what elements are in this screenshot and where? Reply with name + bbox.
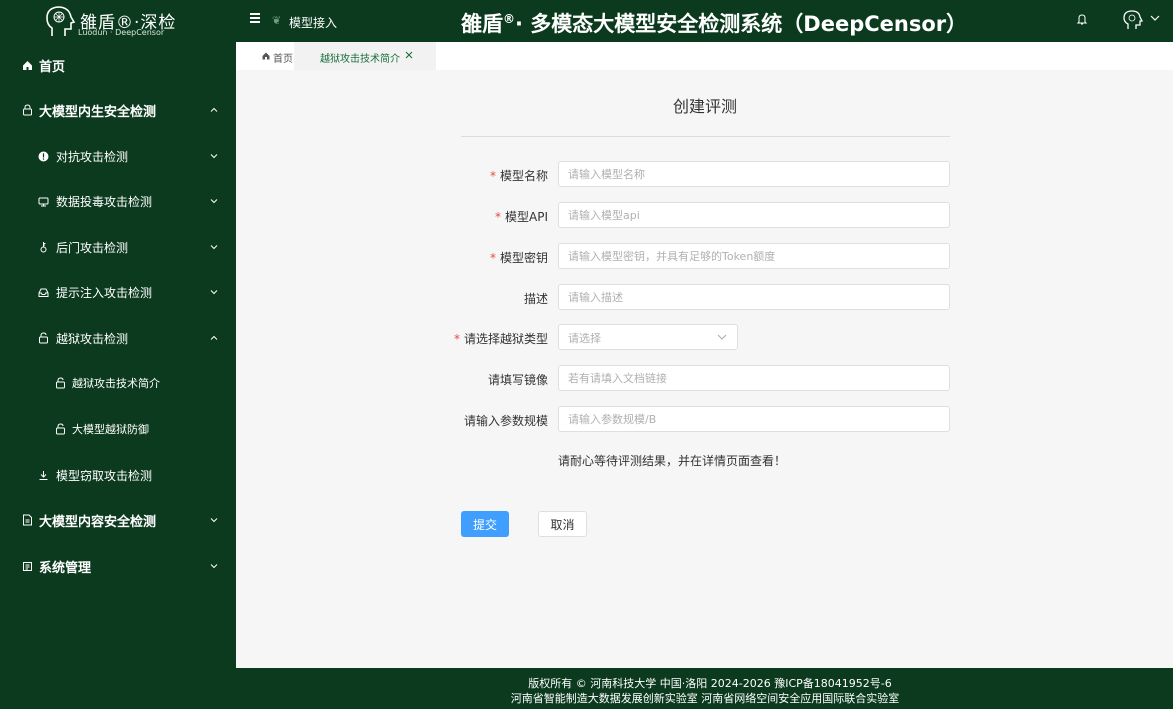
avatar[interactable] — [1122, 9, 1144, 31]
jailbreak-type-label: * 请选择越狱类型 — [454, 330, 548, 347]
page-title-rest: · 多模态大模型安全检测系统（DeepCensor） — [515, 12, 968, 36]
unlock-icon — [37, 332, 49, 344]
required-mark: * — [453, 332, 460, 346]
main-content: 创建评测 *模型名称 *模型API *模型密钥 描述 *请选择越狱类型 请选择 … — [236, 70, 1173, 668]
model-api-input[interactable] — [558, 202, 950, 228]
sidebar-item-adversarial[interactable]: 对抗攻击检测 — [0, 136, 236, 176]
label-text: 模型名称 — [499, 169, 548, 183]
cancel-button[interactable]: 取消 — [538, 511, 587, 537]
description-label: 描述 — [523, 292, 548, 306]
home-icon — [21, 59, 33, 71]
chevron-down-icon — [210, 245, 218, 250]
required-mark: * — [489, 251, 496, 265]
sidebar-item-label: 大模型内容安全检测 — [39, 514, 157, 530]
breadcrumb-icon: ❦ — [272, 14, 282, 27]
model-name-input[interactable] — [558, 161, 950, 187]
download-icon — [37, 469, 49, 481]
footer-labs: 河南省智能制造大数据发展创新实验室 河南省网络空间安全应用国际联合实验室 — [510, 692, 900, 705]
sidebar-item-label: 大模型越狱防御 — [72, 423, 149, 436]
sidebar-item-poisoning[interactable]: 数据投毒攻击检测 — [0, 181, 236, 221]
chevron-down-icon — [210, 518, 218, 523]
sidebar-item-jailbreak-intro[interactable]: 越狱攻击技术简介 — [0, 363, 236, 403]
divider — [461, 136, 950, 137]
document-icon — [21, 514, 33, 526]
sidebar-item-inner-security[interactable]: 大模型内生安全检测 — [0, 90, 236, 130]
top-header: 雒盾®·深检 Luodun · DeepCensor ❦ 模型接入 雒盾®· 多… — [0, 0, 1173, 42]
tab-home[interactable]: 首页 — [236, 42, 294, 70]
registered-mark: ® — [503, 12, 515, 26]
form-title: 创建评测 — [673, 97, 738, 116]
model-api-label: * 模型API — [495, 208, 548, 225]
key-icon — [37, 241, 49, 253]
sidebar-item-content-security[interactable]: 大模型内容安全检测 — [0, 500, 236, 540]
lock-icon — [21, 104, 33, 116]
logo-subtitle: Luodun · DeepCensor — [78, 28, 165, 37]
sidebar-item-label: 对抗攻击检测 — [56, 149, 129, 164]
chevron-down-icon — [717, 334, 727, 340]
chevron-up-icon — [210, 335, 218, 340]
sidebar-item-label: 数据投毒攻击检测 — [56, 194, 153, 209]
tab-home-label: 首页 — [273, 54, 293, 65]
model-key-input[interactable] — [558, 243, 950, 269]
unlock-icon — [54, 377, 66, 389]
sidebar-item-label: 首页 — [39, 59, 66, 75]
page-title-brand: 雒盾 — [461, 12, 503, 36]
sidebar-item-label: 越狱攻击检测 — [56, 331, 129, 346]
sidebar-item-home[interactable]: 首页 — [0, 45, 236, 85]
sidebar-item-label: 模型窃取攻击检测 — [56, 468, 153, 483]
unlock-icon — [54, 423, 66, 435]
tab-jailbreak-intro[interactable]: 越狱攻击技术简介 — [294, 42, 436, 70]
select-placeholder: 请选择 — [568, 332, 601, 345]
param-size-label: 请输入参数规模 — [463, 414, 548, 428]
inbox-icon — [37, 286, 49, 298]
settings-icon — [21, 560, 33, 572]
sidebar-item-system-management[interactable]: 系统管理 — [0, 546, 236, 586]
chevron-down-icon[interactable] — [1150, 14, 1160, 22]
sidebar-item-model-stealing[interactable]: 模型窃取攻击检测 — [0, 455, 236, 495]
footer: 版权所有 © 河南科技大学 中国·洛阳 2024-2026 豫ICP备18041… — [0, 668, 1173, 709]
mirror-label: 请填写镜像 — [487, 373, 548, 387]
sidebar-item-label: 大模型内生安全检测 — [39, 104, 157, 120]
chevron-up-icon — [210, 107, 218, 112]
sidebar-item-label: 越狱攻击技术简介 — [72, 377, 160, 390]
model-key-label: * 模型密钥 — [490, 249, 548, 266]
sidebar-item-label: 提示注入攻击检测 — [56, 285, 153, 300]
alert-icon — [37, 150, 49, 162]
required-mark: * — [489, 169, 496, 183]
tab-bar: 首页 越狱攻击技术简介 — [236, 42, 1173, 70]
sidebar: 首页 大模型内生安全检测 对抗攻击检测 数据投毒攻击检测 后门攻击检测 提示注入… — [0, 42, 236, 668]
logo: 雒盾®·深检 Luodun · DeepCensor — [40, 2, 180, 40]
close-icon[interactable] — [404, 50, 414, 60]
sidebar-item-jailbreak-defense[interactable]: 大模型越狱防御 — [0, 409, 236, 449]
bell-icon[interactable] — [1076, 13, 1088, 26]
required-mark: * — [495, 210, 501, 224]
jailbreak-type-select[interactable]: 请选择 — [558, 324, 738, 350]
chevron-down-icon — [210, 154, 218, 159]
mirror-input[interactable] — [558, 365, 950, 391]
footer-copyright: 版权所有 © 河南科技大学 中国·洛阳 2024-2026 豫ICP备18041… — [528, 677, 892, 690]
page-title: 雒盾®· 多模态大模型安全检测系统（DeepCensor） — [461, 8, 967, 38]
chevron-down-icon — [210, 199, 218, 204]
home-icon — [262, 52, 270, 60]
chevron-down-icon — [210, 290, 218, 295]
sidebar-item-backdoor[interactable]: 后门攻击检测 — [0, 227, 236, 267]
submit-button[interactable]: 提交 — [461, 511, 509, 537]
logo-head-icon — [46, 6, 76, 36]
sidebar-item-jailbreak[interactable]: 越狱攻击检测 — [0, 318, 236, 358]
breadcrumb: 模型接入 — [289, 16, 338, 30]
param-size-input[interactable] — [558, 406, 950, 432]
hint-text: 请耐心等待评测结果，并在详情页面查看！ — [558, 454, 787, 468]
sidebar-item-label: 系统管理 — [39, 560, 92, 576]
poison-icon — [37, 195, 49, 207]
label-text: 模型API — [505, 210, 548, 224]
label-text: 模型密钥 — [499, 251, 548, 265]
menu-toggle-icon[interactable] — [250, 13, 262, 25]
model-name-label: * 模型名称 — [490, 167, 548, 184]
chevron-down-icon — [210, 564, 218, 569]
description-input[interactable] — [558, 284, 950, 310]
label-text: 请选择越狱类型 — [463, 332, 548, 346]
sidebar-item-label: 后门攻击检测 — [56, 240, 129, 255]
sidebar-item-prompt-injection[interactable]: 提示注入攻击检测 — [0, 272, 236, 312]
tab-label: 越狱攻击技术简介 — [320, 54, 400, 65]
